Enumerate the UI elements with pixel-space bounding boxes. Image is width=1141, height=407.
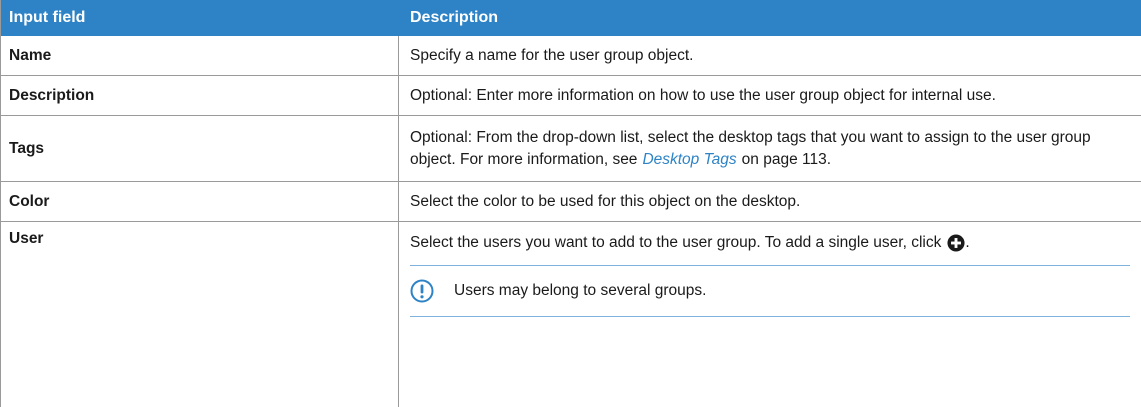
field-color-label: Color [1,182,399,221]
tags-page-reference: on page 113. [741,150,832,168]
field-tags-description: Optional: From the drop-down list, selec… [399,116,1141,181]
table-row: Description Optional: Enter more informa… [1,76,1141,116]
note-box: Users may belong to several groups. [410,265,1130,316]
desktop-tags-link[interactable]: Desktop Tags [642,151,736,168]
field-name-description: Specify a name for the user group object… [410,46,694,64]
field-user-label: User [1,222,399,407]
plus-circle-icon [947,234,965,252]
user-instructions: Select the users you want to add to the … [410,231,1130,255]
field-user-description: Select the users you want to add to the … [399,222,1141,407]
field-description-label: Description [1,76,399,115]
header-input-field: Input field [9,9,86,26]
note-text: Users may belong to several groups. [454,282,707,299]
field-color-description: Select the color to be used for this obj… [410,192,801,210]
field-name-label: Name [1,36,399,75]
note-divider [410,316,1130,317]
user-description-text: Select the users you want to add to the … [410,234,942,251]
table-row: Name Specify a name for the user group o… [1,36,1141,76]
table-header: Input field Description [1,0,1141,36]
table-row: User Select the users you want to add to… [1,222,1141,407]
field-tags-label: Tags [1,116,399,181]
exclamation-circle-icon [410,279,434,303]
field-description-description: Optional: Enter more information on how … [410,86,996,104]
table-row: Color Select the color to be used for th… [1,182,1141,222]
header-description: Description [410,9,499,26]
input-field-table: Input field Description Name Specify a n… [0,0,1141,407]
table-row: Tags Optional: From the drop-down list, … [1,116,1141,182]
user-description-end: . [965,234,970,251]
